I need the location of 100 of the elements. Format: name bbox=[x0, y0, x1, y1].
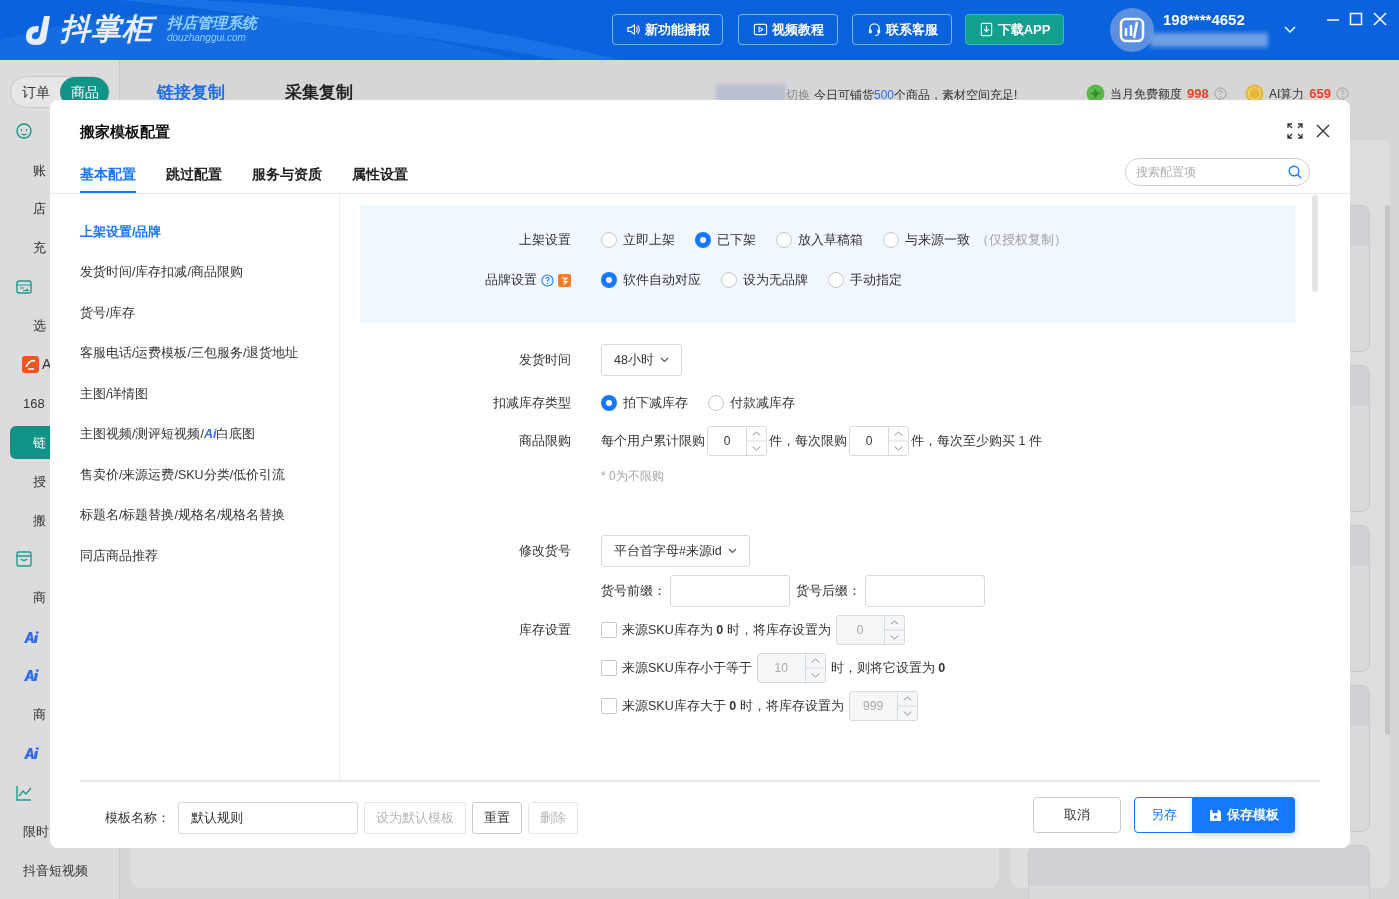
checkbox-label: 时，则将它设置为 0 bbox=[830, 659, 946, 677]
chart-icon bbox=[15, 783, 33, 802]
close-icon[interactable] bbox=[1316, 124, 1330, 138]
nav-item[interactable]: 发货时间/库存扣减/商品限购 bbox=[80, 252, 339, 293]
quota-value: 659 bbox=[1309, 85, 1332, 103]
nav-item[interactable]: 标题名/标题替换/规格名/规格名替换 bbox=[80, 495, 339, 536]
nav-item[interactable]: 货号/库存 bbox=[80, 293, 339, 334]
stepper-arrows-icon[interactable] bbox=[896, 692, 917, 720]
card-icon bbox=[15, 278, 33, 296]
video-icon bbox=[752, 22, 768, 37]
inline-text: 件，每次限购 bbox=[769, 432, 847, 450]
radio-option[interactable]: 手动指定 bbox=[828, 270, 902, 290]
quota-label: AI算力 bbox=[1269, 85, 1305, 103]
stepper-arrows-icon[interactable] bbox=[888, 427, 908, 455]
quota-value: 998 bbox=[1187, 85, 1209, 103]
field-label: 品牌设置 bbox=[485, 271, 537, 289]
radio-option[interactable]: 设为无品牌 bbox=[721, 270, 808, 290]
input-field[interactable] bbox=[865, 575, 985, 607]
nav-item[interactable]: 客服电话/运费模板/三包服务/退货地址 bbox=[80, 333, 339, 374]
radio-button[interactable] bbox=[601, 232, 617, 248]
field-label: 商品限购 bbox=[519, 432, 571, 450]
nav-item[interactable]: 主图视频/测评短视频/Ai白底图 bbox=[80, 414, 339, 455]
dropdown[interactable]: 平台首字母#来源id bbox=[601, 535, 750, 567]
expand-icon[interactable] bbox=[1287, 123, 1303, 139]
radio-button[interactable] bbox=[695, 232, 711, 248]
toggle-option[interactable]: 订单 bbox=[11, 77, 60, 107]
search-icon[interactable] bbox=[1288, 165, 1302, 179]
bag-icon bbox=[15, 550, 33, 569]
number-stepper[interactable]: 0 bbox=[849, 426, 909, 456]
search-field[interactable]: 搜索配置项 bbox=[1125, 158, 1310, 186]
radio-button[interactable] bbox=[721, 272, 737, 288]
radio-option[interactable]: 放入草稿箱 bbox=[776, 230, 863, 250]
footer-button[interactable]: 重置 bbox=[472, 802, 522, 834]
checkbox-label: 来源SKU库存小于等于 bbox=[622, 659, 752, 677]
field-label: 库存设置 bbox=[519, 621, 571, 639]
field-label: 模板名称： bbox=[105, 809, 170, 827]
radio-button[interactable] bbox=[601, 395, 617, 411]
ai-icon bbox=[23, 630, 39, 644]
speaker-icon bbox=[625, 22, 641, 37]
dialog-tab[interactable]: 服务与资质 bbox=[252, 158, 322, 193]
radio-button[interactable] bbox=[776, 232, 792, 248]
help-icon[interactable] bbox=[541, 273, 554, 287]
dropdown[interactable]: 48小时 bbox=[601, 344, 682, 376]
radio-option[interactable]: 软件自动对应 bbox=[601, 270, 701, 290]
header-button[interactable]: 新功能播报 bbox=[612, 14, 723, 45]
stepper-arrows-icon[interactable] bbox=[746, 427, 766, 455]
field-label: 扣减库存类型 bbox=[493, 394, 571, 412]
ai-icon bbox=[23, 747, 39, 761]
chevron-down-icon bbox=[659, 357, 669, 363]
checkbox[interactable] bbox=[601, 698, 617, 714]
number-stepper[interactable]: 0 bbox=[707, 426, 767, 456]
inline-text: 件，每次至少购买 1 件 bbox=[911, 432, 1042, 450]
nav-item[interactable]: 同店商品推荐 bbox=[80, 536, 339, 577]
chevron-down-icon bbox=[727, 548, 737, 554]
field-label: 货号前缀： bbox=[601, 582, 666, 600]
checkbox-label: 来源SKU库存大于 0 时，将库存设置为 bbox=[622, 697, 844, 715]
radio-button[interactable] bbox=[708, 395, 724, 411]
dialog-button[interactable]: 取消 bbox=[1033, 797, 1121, 833]
dialog-button[interactable]: 保存模板 bbox=[1193, 797, 1295, 833]
radio-button[interactable] bbox=[883, 232, 899, 248]
stepper-arrows-icon[interactable] bbox=[804, 654, 825, 682]
dialog-tab[interactable]: 属性设置 bbox=[352, 158, 408, 193]
page-tab[interactable]: 采集复制 bbox=[285, 80, 353, 106]
maximize-icon[interactable] bbox=[1349, 12, 1363, 26]
radio-option[interactable]: 拍下减库存 bbox=[601, 393, 688, 413]
face-icon bbox=[15, 122, 33, 141]
download-icon bbox=[978, 22, 994, 37]
nav-item[interactable]: 售卖价/来源运费/SKU分类/低价引流 bbox=[80, 455, 339, 496]
checkbox[interactable] bbox=[601, 660, 617, 676]
inline-text: 每个用户累计限购 bbox=[601, 432, 705, 450]
radio-option[interactable]: 与来源一致 （仅授权复制） bbox=[883, 230, 1067, 250]
chevron-down-icon[interactable] bbox=[1284, 25, 1296, 35]
avatar bbox=[1110, 8, 1154, 52]
checkbox-label: 来源SKU库存为 0 时，将库存设置为 bbox=[622, 621, 831, 639]
help-icon[interactable] bbox=[1213, 87, 1227, 101]
radio-option[interactable]: 已下架 bbox=[695, 230, 756, 250]
header-button[interactable]: 视频教程 bbox=[738, 14, 838, 45]
radio-button[interactable] bbox=[601, 272, 617, 288]
dialog-tab[interactable]: 跳过配置 bbox=[166, 158, 222, 193]
user-phone: 198****4652 bbox=[1163, 10, 1245, 30]
headset-icon bbox=[866, 22, 882, 37]
nav-item[interactable]: 主图/详情图 bbox=[80, 374, 339, 415]
sidebar-item[interactable]: 抖音短视频 bbox=[10, 853, 110, 887]
input-field[interactable] bbox=[670, 575, 790, 607]
template-name-field[interactable]: 默认规则 bbox=[178, 802, 358, 834]
checkbox[interactable] bbox=[601, 622, 617, 638]
help-icon[interactable] bbox=[1336, 87, 1350, 101]
nav-item[interactable]: 上架设置/品牌 bbox=[80, 212, 339, 253]
quota-label: 当月免费额度 bbox=[1110, 85, 1182, 103]
radio-option[interactable]: 付款减库存 bbox=[708, 393, 795, 413]
field-label: 货号后缀： bbox=[796, 582, 861, 600]
radio-button[interactable] bbox=[828, 272, 844, 288]
stepper-arrows-icon[interactable] bbox=[883, 616, 904, 644]
hint-text: * 0为不限购 bbox=[601, 468, 665, 485]
logo-tagline: 抖店管理系统 bbox=[167, 14, 257, 32]
radio-option[interactable]: 立即上架 bbox=[601, 230, 675, 250]
dialog-title: 搬家模板配置 bbox=[80, 122, 170, 142]
header-button[interactable]: 联系客服 bbox=[852, 14, 952, 45]
save-icon bbox=[1209, 808, 1222, 822]
field-label: 上架设置 bbox=[519, 231, 571, 249]
